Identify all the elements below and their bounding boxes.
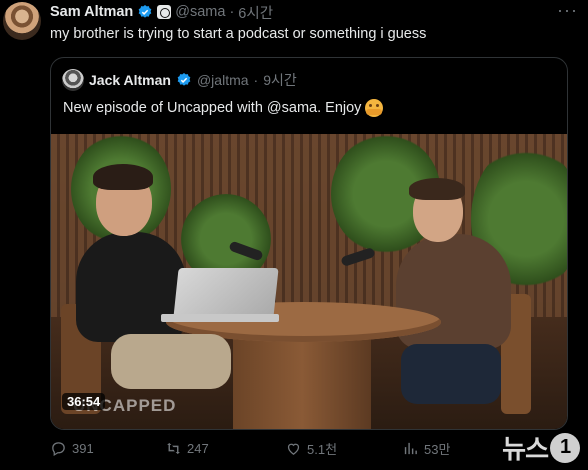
video-table (233, 334, 371, 429)
video-player[interactable]: UNCAPPED 36:54 (51, 134, 567, 429)
quote-text-row: New episode of Uncapped with @sama. Enjo… (63, 99, 384, 117)
author-name[interactable]: Sam Altman (50, 4, 133, 20)
video-duration: 36:54 (62, 393, 106, 410)
verified-badge-icon (177, 73, 191, 86)
reply-icon (52, 441, 65, 456)
news-watermark: 뉴스 1 (502, 429, 580, 466)
quote-text: New episode of Uncapped with @sama. Enjo… (63, 100, 362, 116)
reply-count: 391 (72, 440, 94, 456)
repost-icon (167, 442, 180, 454)
quote-author-avatar (62, 69, 84, 91)
video-person-hair (93, 164, 153, 190)
repost-button[interactable]: 247 (165, 440, 209, 457)
hugging-face-icon (365, 99, 384, 117)
more-options-icon[interactable]: ··· (557, 0, 578, 21)
action-bar: 391 247 5.1천 53만 (50, 438, 580, 458)
tweet[interactable]: Sam Altman @sama · 6시간 ··· my brother is… (0, 0, 588, 470)
quote-separator: · (253, 72, 259, 88)
verified-badge-icon (138, 5, 152, 18)
news-watermark-text: 뉴스 (502, 434, 549, 464)
heart-icon (287, 443, 300, 455)
video-laptop (173, 268, 279, 318)
tweet-text: my brother is trying to start a podcast … (50, 26, 427, 42)
reply-button[interactable]: 391 (50, 440, 94, 457)
affiliation-badge-icon[interactable] (157, 5, 172, 19)
like-count: 5.1천 (307, 441, 338, 457)
quote-author-handle: @jaltma (196, 72, 249, 88)
header-separator: · (229, 4, 235, 20)
video-laptop (161, 314, 279, 322)
tweet-header: Sam Altman @sama · 6시간 (50, 2, 273, 23)
repost-count: 247 (187, 440, 209, 456)
views-button[interactable]: 53만 (402, 439, 450, 458)
video-person-hair (409, 178, 465, 200)
video-person-legs (111, 334, 231, 389)
like-button[interactable]: 5.1천 (285, 439, 337, 458)
quoted-tweet[interactable]: Jack Altman @jaltma · 9시간 New episode of… (50, 57, 568, 430)
author-avatar[interactable] (3, 2, 41, 40)
author-handle[interactable]: @sama (175, 4, 225, 20)
views-count: 53만 (424, 441, 451, 457)
analytics-icon (404, 442, 417, 454)
quote-author-name: Jack Altman (89, 72, 171, 88)
tweet-timestamp[interactable]: 6시간 (238, 2, 273, 23)
video-person-legs (401, 344, 501, 404)
quote-timestamp: 9시간 (263, 72, 297, 88)
quote-header: Jack Altman @jaltma · 9시간 (62, 69, 297, 91)
news-watermark-badge: 1 (550, 432, 580, 463)
